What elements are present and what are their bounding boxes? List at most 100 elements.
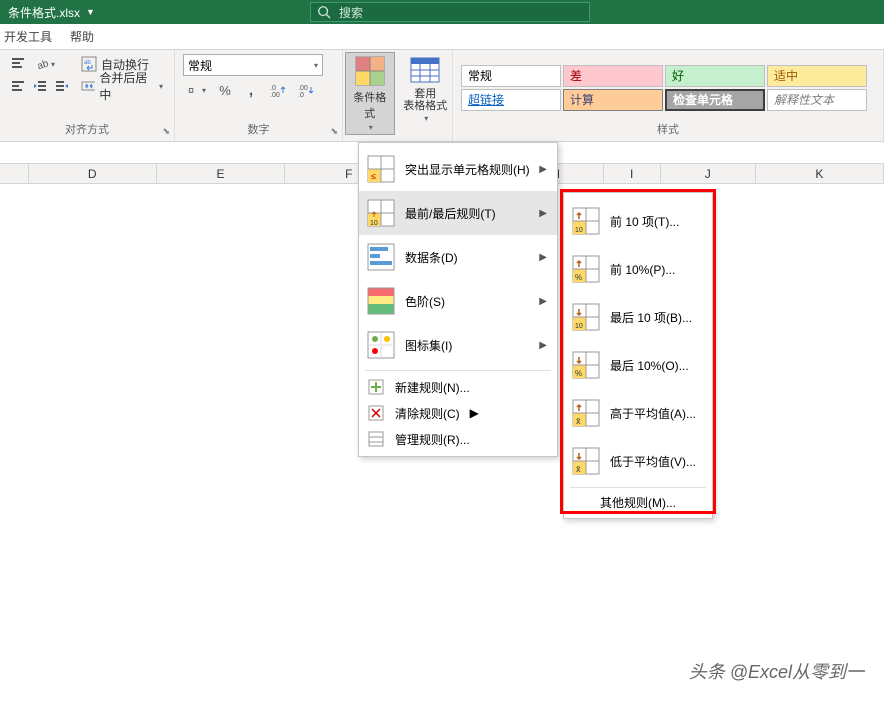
submenu-top-10-items[interactable]: 10 前 10 项(T)...: [564, 197, 712, 245]
style-good[interactable]: 好: [665, 65, 765, 87]
menu-data-bars[interactable]: 数据条(D) ▶: [359, 235, 557, 279]
submenu-more-rules[interactable]: 其他规则(M)...: [564, 490, 712, 514]
conditional-format-menu: ≤ 突出显示单元格规则(H) ▶ 10 最前/最后规则(T) ▶ 数据条(D) …: [358, 142, 558, 457]
submenu-below-average[interactable]: x̄ 低于平均值(V)...: [564, 437, 712, 485]
chevron-right-icon: ▶: [539, 164, 547, 175]
highlight-rules-icon: ≤: [367, 155, 395, 183]
menu-new-rule[interactable]: 新建规则(N)...: [359, 374, 557, 400]
menu-separator: [365, 370, 551, 371]
colhead-i[interactable]: I: [604, 164, 661, 183]
format-as-table-button[interactable]: 套用 表格格式 ▾: [401, 52, 450, 125]
svg-text:≤: ≤: [371, 171, 376, 181]
submenu-above-average[interactable]: x̄ 高于平均值(A)...: [564, 389, 712, 437]
style-bad[interactable]: 差: [563, 65, 663, 87]
ribbon-tabs: 开发工具 帮助: [0, 24, 884, 50]
svg-text:.00: .00: [298, 85, 308, 92]
search-icon: [317, 5, 331, 19]
comma-icon[interactable]: ,: [241, 80, 261, 100]
menu-manage-rules[interactable]: 管理规则(R)...: [359, 426, 557, 452]
svg-text:10: 10: [575, 227, 583, 234]
clear-rules-icon: [367, 404, 385, 422]
colhead-e[interactable]: E: [157, 164, 285, 183]
svg-text:10: 10: [575, 323, 583, 330]
search-placeholder: 搜索: [339, 4, 363, 21]
menu-highlight-rules[interactable]: ≤ 突出显示单元格规则(H) ▶: [359, 147, 557, 191]
style-calculation[interactable]: 计算: [563, 89, 663, 111]
search-box[interactable]: 搜索: [310, 2, 590, 22]
svg-text:%: %: [575, 273, 582, 282]
menu-icon-sets[interactable]: 图标集(I) ▶: [359, 323, 557, 367]
style-hyperlink[interactable]: 超链接: [461, 89, 561, 111]
group-cond-format: 条件格式 ▾ 套用 表格格式 ▾: [343, 50, 453, 141]
chevron-right-icon: ▶: [539, 208, 547, 219]
svg-text:ab: ab: [36, 58, 49, 71]
style-neutral[interactable]: 适中: [767, 65, 867, 87]
colhead-blank[interactable]: [0, 164, 29, 183]
colhead-k[interactable]: K: [756, 164, 884, 183]
bottom-10-percent-icon: %: [572, 351, 600, 379]
table-format-icon: [409, 54, 441, 86]
group-alignment: ab▾ ab 自动换行 合并后居中▾ 对齐方式⬊: [0, 50, 175, 141]
submenu-separator: [570, 487, 706, 488]
color-scales-icon: [367, 287, 395, 315]
dialog-launcher-icon[interactable]: ⬊: [330, 126, 338, 137]
manage-rules-icon: [367, 430, 385, 448]
svg-text:%: %: [575, 369, 582, 378]
submenu-bottom-10-items[interactable]: 10 最后 10 项(B)...: [564, 293, 712, 341]
top-10-items-icon: 10: [572, 207, 600, 235]
style-check-cell[interactable]: 检查单元格: [665, 89, 765, 111]
style-normal[interactable]: 常规: [461, 65, 561, 87]
svg-text:ab: ab: [84, 60, 91, 66]
increase-decimal-icon[interactable]: .0.00: [267, 80, 289, 100]
svg-text:x̄: x̄: [576, 464, 581, 474]
top-bottom-submenu: 10 前 10 项(T)... % 前 10%(P)... 10 最后 10 项…: [563, 192, 713, 519]
conditional-format-button[interactable]: 条件格式 ▾: [345, 52, 395, 135]
menu-clear-rules[interactable]: 清除规则(C) ▶: [359, 400, 557, 426]
tab-help[interactable]: 帮助: [70, 28, 94, 45]
chevron-down-icon: ▾: [424, 114, 428, 123]
group-styles: 常规 差 好 适中 超链接 计算 检查单元格 解释性文本 样式: [453, 50, 884, 141]
colhead-j[interactable]: J: [661, 164, 756, 183]
merge-center-button[interactable]: 合并后居中▾: [78, 76, 166, 96]
cell-styles-gallery[interactable]: 常规 差 好 适中 超链接 计算 检查单元格 解释性文本: [461, 65, 867, 111]
indent-increase-icon[interactable]: [52, 76, 72, 96]
svg-text:x̄: x̄: [576, 416, 581, 426]
filename: 条件格式.xlsx: [8, 4, 80, 21]
menu-top-bottom-rules[interactable]: 10 最前/最后规则(T) ▶: [359, 191, 557, 235]
chevron-right-icon: ▶: [539, 296, 547, 307]
chevron-down-icon: ▾: [369, 123, 373, 132]
dialog-launcher-icon[interactable]: ⬊: [162, 126, 170, 137]
svg-text:.0: .0: [298, 92, 304, 97]
group-number: 常规 ▾ ¤▾ % , .0.00 .00.0 数字⬊: [175, 50, 343, 141]
svg-text:10: 10: [370, 220, 378, 227]
percent-icon[interactable]: %: [215, 80, 235, 100]
align-left-icon[interactable]: [8, 76, 28, 96]
indent-decrease-icon[interactable]: [30, 76, 50, 96]
tab-developer[interactable]: 开发工具: [4, 28, 52, 45]
colhead-d[interactable]: D: [29, 164, 157, 183]
number-format-select[interactable]: 常规 ▾: [183, 54, 323, 76]
group-label-number: 数字⬊: [183, 121, 334, 139]
above-average-icon: x̄: [572, 399, 600, 427]
icon-sets-icon: [367, 331, 395, 359]
chevron-right-icon: ▶: [539, 252, 547, 263]
style-explanatory[interactable]: 解释性文本: [767, 89, 867, 111]
menu-color-scales[interactable]: 色阶(S) ▶: [359, 279, 557, 323]
currency-icon[interactable]: ¤▾: [183, 80, 209, 100]
chevron-right-icon: ▶: [539, 340, 547, 351]
svg-text:.00: .00: [270, 92, 280, 97]
chevron-down-icon: ▾: [314, 61, 318, 70]
decrease-decimal-icon[interactable]: .00.0: [295, 80, 317, 100]
bottom-10-items-icon: 10: [572, 303, 600, 331]
align-top-icon[interactable]: [8, 54, 28, 74]
ribbon: ab▾ ab 自动换行 合并后居中▾ 对齐方式⬊: [0, 50, 884, 142]
submenu-bottom-10-percent[interactable]: % 最后 10%(O)...: [564, 341, 712, 389]
watermark: 头条 @Excel从零到一: [689, 658, 864, 684]
new-rule-icon: [367, 378, 385, 396]
below-average-icon: x̄: [572, 447, 600, 475]
submenu-top-10-percent[interactable]: % 前 10%(P)...: [564, 245, 712, 293]
top-10-percent-icon: %: [572, 255, 600, 283]
filename-dropdown[interactable]: ▼: [86, 7, 95, 17]
data-bars-icon: [367, 243, 395, 271]
orientation-icon[interactable]: ab▾: [32, 54, 58, 74]
